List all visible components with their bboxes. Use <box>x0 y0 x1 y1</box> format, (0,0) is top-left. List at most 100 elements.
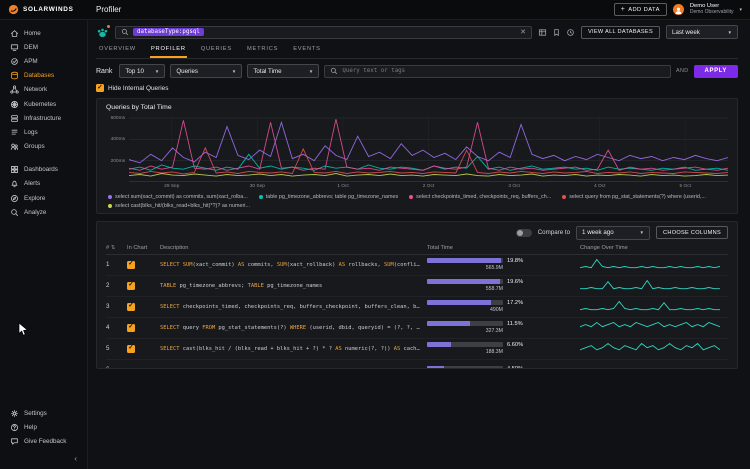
checkbox-checked-icon[interactable]: ✓ <box>96 84 104 92</box>
apply-button[interactable]: APPLY <box>693 64 738 78</box>
database-search[interactable]: databaseType:pgsql ✕ <box>115 25 533 39</box>
app-root: SOLARWINDS Profiler + ADD DATA Demo User… <box>0 0 750 469</box>
legend-color-dot <box>108 203 112 208</box>
x-tick-label: 1 Oct <box>337 184 349 189</box>
sidebar-item-label: Alerts <box>24 180 41 188</box>
sidebar-item-label: Logs <box>24 128 38 136</box>
hide-internal-queries[interactable]: ✓ Hide Internal Queries <box>96 84 738 92</box>
groups-icon <box>10 143 19 151</box>
sidebar-item-groups[interactable]: Groups <box>0 140 87 154</box>
tab-overview[interactable]: OVERVIEW <box>98 43 137 58</box>
sidebar-item-give-feedback[interactable]: Give Feedback <box>0 435 87 449</box>
row-number: 5 <box>106 345 110 352</box>
user-info[interactable]: Demo User Demo Observability <box>690 3 734 15</box>
table-row[interactable]: 4 ✓ SELECT query FROM pg_stat_statements… <box>106 318 728 339</box>
row-checkbox[interactable]: ✓ <box>127 281 135 290</box>
legend-item[interactable]: table pg_timezone_abbrevs; table pg_time… <box>258 194 399 200</box>
sidebar-item-help[interactable]: Help <box>0 421 87 435</box>
clear-search-icon[interactable]: ✕ <box>520 29 526 36</box>
rank-entity-select[interactable]: Queries ▼ <box>170 64 243 78</box>
time-series-chart[interactable] <box>129 116 728 182</box>
solarwinds-logo[interactable]: SOLARWINDS <box>8 4 86 15</box>
table-row[interactable]: 3 ✓ SELECT checkpoints_timed, checkpoint… <box>106 297 728 318</box>
query-description[interactable]: SELECT checkpoints_timed, checkpoints_re… <box>160 304 422 310</box>
sidebar-collapse-button[interactable]: ‹ <box>0 449 87 469</box>
sidebar-item-logs[interactable]: Logs <box>0 125 87 139</box>
col-num-header[interactable]: # ⇅ <box>106 245 122 251</box>
tab-events[interactable]: EVENTS <box>292 43 322 58</box>
choose-columns-button[interactable]: CHOOSE COLUMNS <box>656 226 728 239</box>
sidebar-item-settings[interactable]: Settings <box>0 406 87 420</box>
x-tick-label: 29 Sep <box>164 184 180 189</box>
avatar[interactable] <box>672 4 684 15</box>
total-time-cell: 6.60% 188.3M <box>427 342 575 355</box>
x-tick-label: 4 Oct <box>593 184 606 189</box>
sidebar-item-alerts[interactable]: Alerts <box>0 177 87 191</box>
query-description[interactable]: TABLE pg_timezone_abbrevs; TABLE pg_time… <box>160 283 422 289</box>
sidebar-item-label: APM <box>24 57 38 65</box>
sidebar-item-analyze[interactable]: Analyze <box>0 205 87 219</box>
query-search[interactable] <box>324 64 671 78</box>
sidebar-item-kubernetes[interactable]: Kubernetes <box>0 97 87 111</box>
table-row[interactable]: 1 ✓ SELECT SUM(xact_commit) AS commits, … <box>106 255 728 276</box>
row-number: 3 <box>106 303 110 310</box>
change-over-time-sparkline <box>580 300 728 313</box>
row-checkbox[interactable]: ✓ <box>127 302 135 311</box>
compare-toggle[interactable] <box>515 228 532 237</box>
row-checkbox[interactable]: ✓ <box>127 344 135 353</box>
legend-item[interactable]: select sum(xact_commit) as commits, sum(… <box>108 194 248 200</box>
row-checkbox[interactable]: ✓ <box>127 260 135 269</box>
query-search-input[interactable] <box>342 68 665 74</box>
total-time-bar <box>427 321 503 327</box>
row-number: 2 <box>106 282 110 289</box>
sidebar-item-explore[interactable]: Explore <box>0 191 87 205</box>
y-tick-label: 200ms <box>110 159 125 164</box>
legend-label: table pg_timezone_abbrevs; table pg_time… <box>265 194 399 200</box>
table-row[interactable]: 2 ✓ TABLE pg_timezone_abbrevs; TABLE pg_… <box>106 276 728 297</box>
sidebar-item-dashboards[interactable]: Dashboards <box>0 163 87 177</box>
table-view-icon[interactable] <box>538 28 547 37</box>
sidebar-item-home[interactable]: Home <box>0 26 87 40</box>
total-time-percent: 19.6% <box>507 278 524 285</box>
sidebar-item-label: Kubernetes <box>24 100 57 108</box>
table-controls: Compare to 1 week ago ▼ CHOOSE COLUMNS <box>106 225 728 240</box>
tab-metrics[interactable]: METRICS <box>246 43 279 58</box>
compare-select[interactable]: 1 week ago ▼ <box>576 225 651 240</box>
dem-icon <box>10 44 19 51</box>
table-row[interactable]: 6 4.50% <box>106 360 728 368</box>
query-description[interactable]: SELECT query FROM pg_stat_statements(?) … <box>160 325 422 331</box>
legend-item[interactable]: select checkpoints_timed, checkpoints_re… <box>409 194 551 200</box>
search-filter-chip[interactable]: databaseType:pgsql <box>133 28 204 36</box>
chevron-down-icon[interactable]: ▾ <box>739 7 742 13</box>
table-row[interactable]: 5 ✓ SELECT cast(blks_hit / (blks_read + … <box>106 339 728 360</box>
rank-top-select[interactable]: Top 10 ▼ <box>119 64 166 78</box>
topbar: SOLARWINDS Profiler + ADD DATA Demo User… <box>0 0 750 20</box>
change-over-time-sparkline <box>580 258 728 271</box>
row-checkbox[interactable]: ✓ <box>127 323 135 332</box>
sidebar-item-label: Explore <box>24 194 46 202</box>
rank-label: Rank <box>96 67 113 75</box>
database-mascot-icon[interactable] <box>96 24 110 39</box>
tab-queries[interactable]: QUERIES <box>200 43 233 58</box>
query-description[interactable]: SELECT cast(blks_hit / (blks_read + blks… <box>160 346 422 352</box>
bookmark-icon[interactable] <box>552 28 561 37</box>
sidebar-item-network[interactable]: Network <box>0 83 87 97</box>
apm-icon <box>11 58 18 65</box>
history-icon[interactable] <box>566 28 575 37</box>
time-range-select[interactable]: Last week ▼ <box>666 25 738 39</box>
sidebar-item-databases[interactable]: Databases <box>0 69 87 83</box>
sidebar-item-dem[interactable]: DEM <box>0 40 87 54</box>
sidebar-item-apm[interactable]: APM <box>0 54 87 68</box>
view-all-databases-button[interactable]: VIEW ALL DATABASES <box>581 25 660 39</box>
legend-item[interactable]: select cast(blks_hit/(blks_read+blks_hit… <box>108 203 250 209</box>
x-tick-label: 30 Sep <box>249 184 265 189</box>
chart-plot-area[interactable]: 29 Sep 30 Sep 1 Oct 2 Oct 3 Oct 4 Oct 5 Oct <box>129 116 728 189</box>
sidebar-item-infrastructure[interactable]: Infrastructure <box>0 111 87 125</box>
rank-metric-select[interactable]: Total Time ▼ <box>247 64 320 78</box>
add-data-button[interactable]: + ADD DATA <box>613 3 667 16</box>
legend-item[interactable]: select query from pg_stat_statements(?) … <box>562 194 706 200</box>
tab-profiler[interactable]: PROFILER <box>149 43 187 58</box>
col-inchart-header: In Chart <box>127 244 148 251</box>
query-description[interactable]: SELECT SUM(xact_commit) AS commits, SUM(… <box>160 262 422 268</box>
search-icon <box>331 67 338 75</box>
